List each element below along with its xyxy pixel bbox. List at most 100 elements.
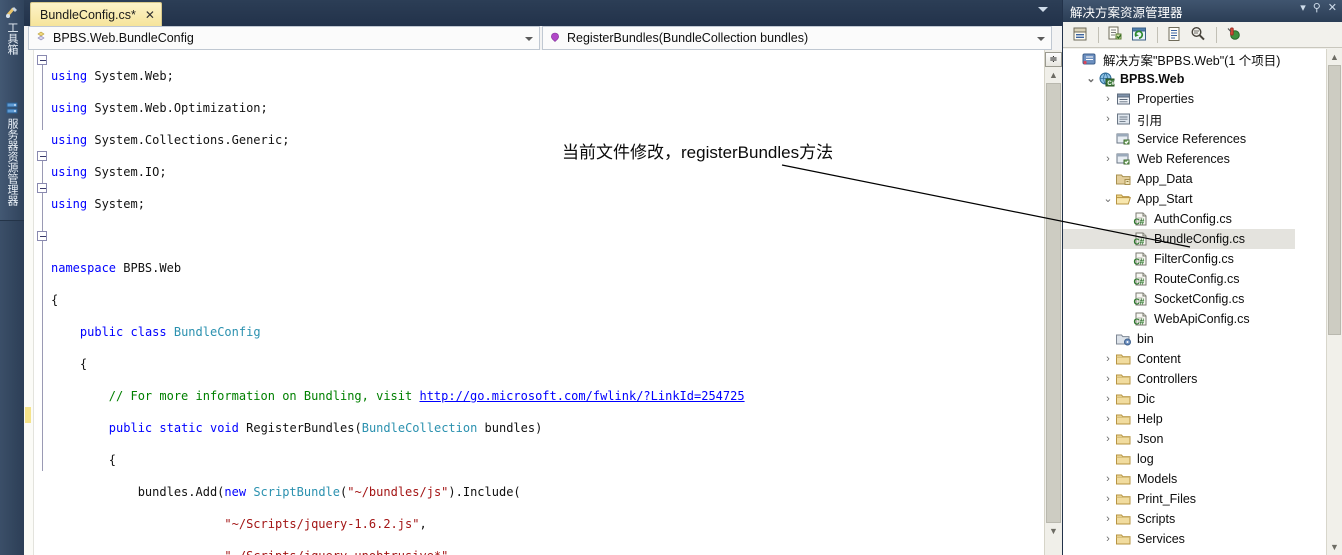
solution-explorer-toolbar [1063,22,1342,48]
tree-item-app_data[interactable]: App_Data [1063,169,1342,189]
type-dropdown-value: BPBS.Web.BundleConfig [53,31,194,45]
scroll-up-arrow[interactable]: ▲ [1045,67,1062,83]
view-code-icon[interactable] [1165,25,1185,45]
tree-item-label: App_Start [1137,192,1193,206]
tree-item-socketconfig.cs[interactable]: C# SocketConfig.cs [1063,289,1342,309]
document-tab-bundleconfig[interactable]: BundleConfig.cs* ✕ [30,2,162,26]
tree-item-properties[interactable]: › Properties [1063,89,1342,109]
scrollbar-thumb[interactable] [1046,83,1061,523]
refresh-icon[interactable] [1130,25,1150,45]
member-dropdown-value: RegisterBundles(BundleCollection bundles… [567,31,809,45]
tree-item-controllers[interactable]: › Controllers [1063,369,1342,389]
tree-item-app_start[interactable]: ⌄ App_Start [1063,189,1342,209]
chevron-down-icon[interactable]: ⌄ [1101,189,1115,209]
tree-item-routeconfig.cs[interactable]: C# RouteConfig.cs [1063,269,1342,289]
scroll-down-arrow[interactable]: ▼ [1045,523,1062,539]
chevron-right-icon[interactable]: › [1101,109,1115,129]
docked-tab-server-explorer[interactable]: 服务器资源管理器 [0,96,24,221]
tree-item-json[interactable]: › Json [1063,429,1342,449]
scroll-up-arrow[interactable]: ▲ [1327,49,1342,65]
tree-item-label: bin [1137,332,1154,346]
tree-item-print_files[interactable]: › Print_Files [1063,489,1342,509]
chevron-right-icon[interactable]: › [1101,489,1115,509]
chevron-right-icon[interactable]: › [1101,429,1115,449]
tree-item-models[interactable]: › Models [1063,469,1342,489]
tree-item-label: Json [1137,432,1164,446]
chevron-right-icon[interactable]: › [1101,509,1115,529]
chevron-right-icon[interactable]: › [1101,409,1115,429]
docked-tab-toolbox[interactable]: 工具箱 [0,0,24,97]
chevron-right-icon[interactable]: › [1101,149,1115,169]
properties-window-icon[interactable] [1071,25,1091,45]
solution-tree[interactable]: 解决方案"BPBS.Web"(1 个项目) ⌄ C# BPBS.Web › Propert… [1063,49,1342,555]
csharp-file-icon: C# [1132,211,1149,227]
fold-toggle-method[interactable] [37,231,47,241]
type-dropdown[interactable]: BPBS.Web.BundleConfig [28,26,540,50]
chevron-down-icon[interactable]: ⌄ [1084,69,1098,89]
chevron-right-icon[interactable]: › [1101,349,1115,369]
tree-item-label: WebApiConfig.cs [1154,312,1250,326]
tree-item-web-references[interactable]: › Web References [1063,149,1342,169]
editor-split-button[interactable]: ≑ [1045,52,1062,67]
code-line: { [51,453,117,467]
solution-explorer-panel: 解决方案资源管理器 ▾ ⚲ ✕ 解决方案"BPBS.Web"(1 个项目) ⌄ … [1062,0,1342,555]
solution-explorer-scrollbar[interactable]: ▲ ▼ [1326,49,1342,555]
code-text[interactable]: using System.Web; using System.Web.Optim… [51,52,1040,555]
svg-text:C#: C# [1134,277,1145,287]
tree-item--bpbs.web-1-[interactable]: 解决方案"BPBS.Web"(1 个项目) [1063,49,1342,69]
chevron-right-icon[interactable]: › [1101,369,1115,389]
folder-icon [1115,371,1132,387]
tree-item-service-references[interactable]: Service References [1063,129,1342,149]
pin-icon[interactable]: ⚲ [1313,3,1321,14]
tree-item-bin[interactable]: bin [1063,329,1342,349]
tree-item-services[interactable]: › Services [1063,529,1342,549]
tree-item-scripts[interactable]: › Scripts [1063,509,1342,529]
chevron-right-icon[interactable]: › [1101,529,1115,549]
tree-item-label: Controllers [1137,372,1198,386]
chevron-down-icon[interactable] [525,37,533,41]
chevron-down-icon[interactable] [1037,37,1045,41]
close-icon[interactable]: ✕ [145,9,155,21]
preview-selected-items-icon[interactable] [1224,25,1244,45]
code-line: namespace BPBS.Web [51,261,182,275]
chevron-right-icon[interactable]: › [1101,89,1115,109]
tree-item-help[interactable]: › Help [1063,409,1342,429]
fold-toggle-class[interactable] [37,183,47,193]
show-all-files-icon[interactable] [1106,25,1126,45]
docked-tab-label: 服务器资源管理器 [6,118,18,206]
tree-item--[interactable]: › 引用 [1063,109,1342,129]
member-dropdown[interactable]: RegisterBundles(BundleCollection bundles… [542,26,1052,50]
chevron-down-icon[interactable]: ▾ [1300,3,1306,14]
folder-icon [1115,511,1132,527]
scrollbar-thumb[interactable] [1328,65,1341,335]
tree-item-bundleconfig.cs[interactable]: C# BundleConfig.cs [1063,229,1295,249]
tree-item-label: Models [1137,472,1178,486]
tree-item-label: log [1137,452,1154,466]
tree-item-authconfig.cs[interactable]: C# AuthConfig.cs [1063,209,1342,229]
code-line: public static void RegisterBundles(Bundl… [108,421,543,435]
references-icon [1115,111,1132,127]
scroll-down-arrow[interactable]: ▼ [1327,539,1342,555]
chevron-right-icon[interactable]: › [1101,469,1115,489]
code-line: { [51,293,59,307]
folder-icon [1115,391,1132,407]
tree-item-webapiconfig.cs[interactable]: C# WebApiConfig.cs [1063,309,1342,329]
tree-item-content[interactable]: › Content [1063,349,1342,369]
chevron-down-icon[interactable] [1038,7,1048,12]
fold-toggle-usings[interactable] [37,55,47,65]
code-editor[interactable]: using System.Web; using System.Web.Optim… [24,50,1062,555]
fold-toggle-namespace[interactable] [37,151,47,161]
tree-item-log[interactable]: log [1063,449,1342,469]
editor-vertical-scrollbar[interactable]: ▲ ▼ [1044,50,1062,555]
chevron-right-icon[interactable]: › [1101,389,1115,409]
properties-icon [1115,91,1132,107]
close-icon[interactable]: ✕ [1328,3,1337,14]
folder-icon [1115,411,1132,427]
code-line: using System.Web.Optimization; [51,101,268,115]
tree-item-dic[interactable]: › Dic [1063,389,1342,409]
tree-item-filterconfig.cs[interactable]: C# FilterConfig.cs [1063,249,1342,269]
view-designer-icon[interactable] [1189,25,1209,45]
tree-item-bpbs.web[interactable]: ⌄ C# BPBS.Web [1063,69,1342,89]
